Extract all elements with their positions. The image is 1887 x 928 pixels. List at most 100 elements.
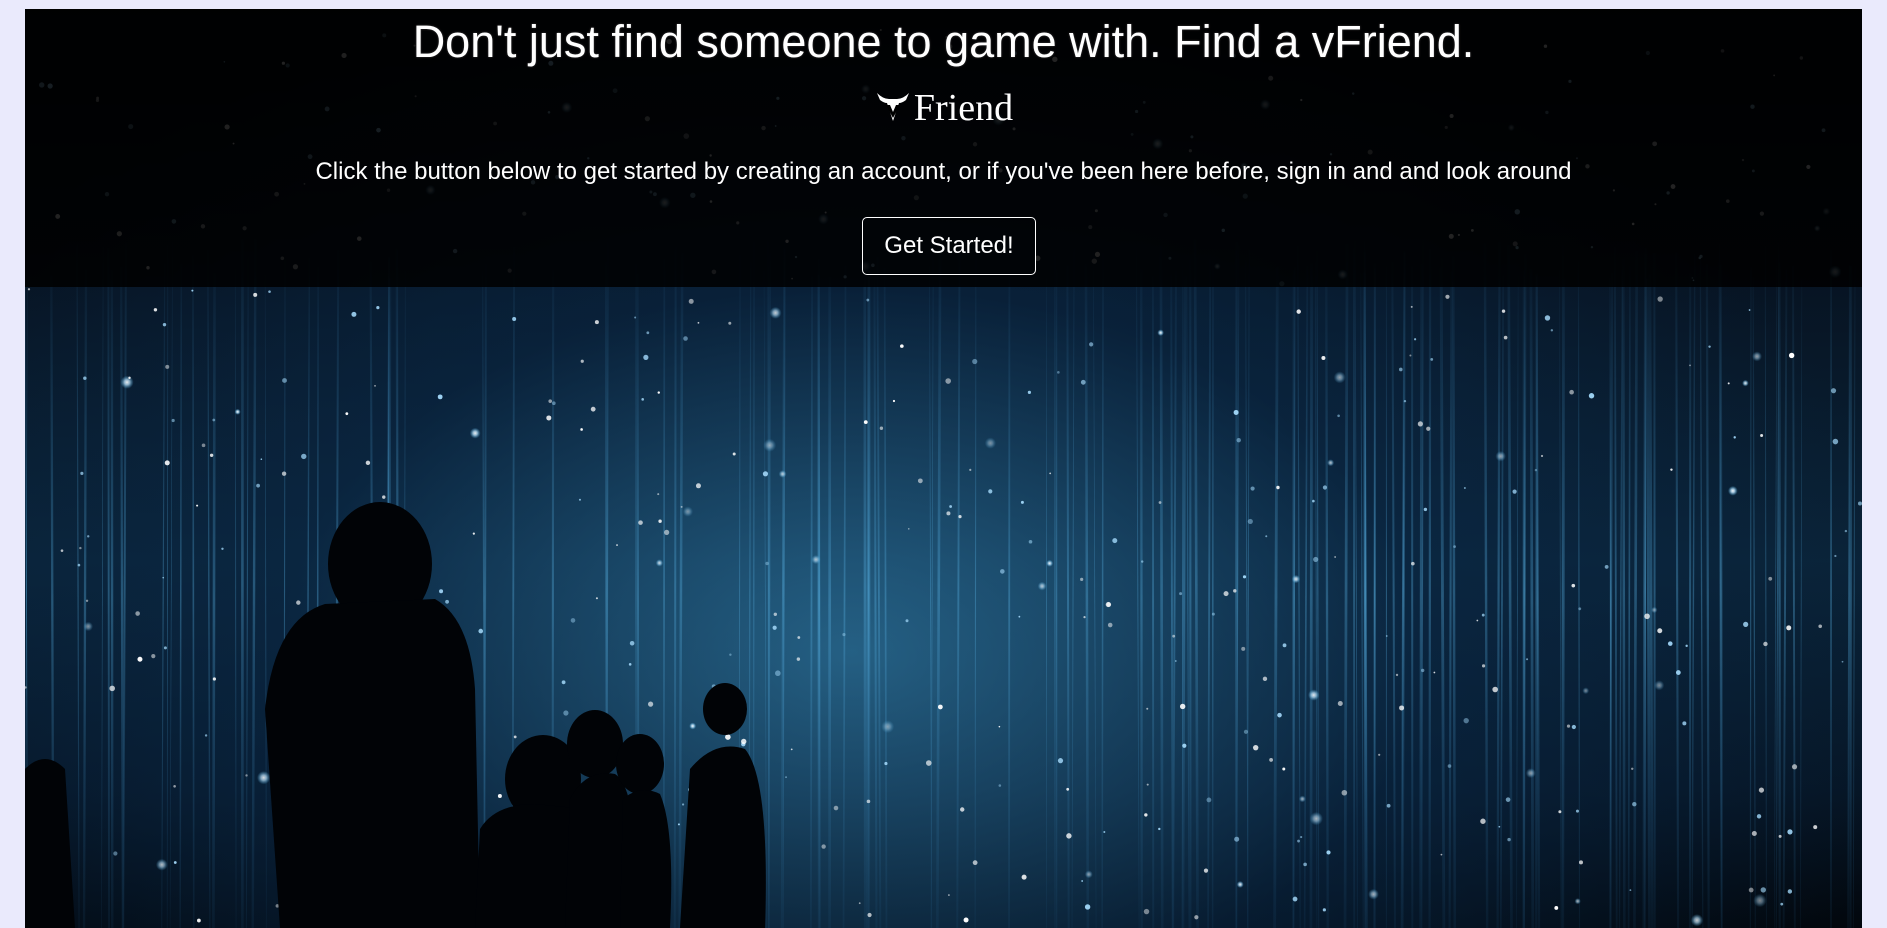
light-point xyxy=(437,394,443,400)
light-point xyxy=(27,288,31,291)
light-point xyxy=(376,306,380,310)
light-strand xyxy=(883,268,888,928)
light-point xyxy=(1534,468,1538,472)
light-point xyxy=(949,505,953,508)
light-point xyxy=(1631,767,1634,770)
light-point xyxy=(212,677,216,681)
light-point xyxy=(1241,646,1246,651)
light-point xyxy=(1326,850,1331,855)
light-point xyxy=(60,549,64,552)
light-point xyxy=(797,636,801,639)
light-point xyxy=(1629,889,1632,892)
light-strand xyxy=(1627,266,1631,928)
light-point xyxy=(905,619,909,623)
light-point xyxy=(1337,414,1340,418)
light-point xyxy=(681,803,685,806)
light-point xyxy=(1179,592,1183,596)
light-point xyxy=(790,748,793,751)
light-point xyxy=(1398,367,1403,372)
light-point xyxy=(1143,908,1150,915)
light-point xyxy=(1410,305,1413,308)
light-point xyxy=(643,354,649,360)
light-point xyxy=(1313,556,1319,563)
light-point xyxy=(1657,296,1663,302)
light-point xyxy=(1763,641,1768,647)
light-strand xyxy=(1507,245,1513,928)
light-point xyxy=(1558,810,1562,814)
light-point xyxy=(1252,744,1259,751)
light-point xyxy=(1566,724,1571,728)
light-point xyxy=(594,320,599,325)
light-point xyxy=(83,621,94,632)
light-point xyxy=(638,520,643,525)
light-point xyxy=(1028,539,1033,544)
light-strand xyxy=(251,239,257,928)
light-point xyxy=(1420,668,1425,673)
light-strand xyxy=(1749,267,1752,928)
light-point xyxy=(1505,797,1511,802)
light-point xyxy=(900,344,904,348)
light-point xyxy=(1265,535,1268,538)
light-strand xyxy=(1675,252,1680,928)
light-point xyxy=(1021,874,1027,880)
light-point xyxy=(580,359,584,363)
light-point xyxy=(153,308,158,312)
light-point xyxy=(1604,565,1609,569)
light-point xyxy=(1080,379,1086,385)
light-point xyxy=(1309,811,1323,826)
light-point xyxy=(595,597,598,600)
light-point xyxy=(1172,634,1176,638)
light-point xyxy=(512,317,517,322)
light-point xyxy=(866,298,870,302)
light-point xyxy=(892,399,896,403)
light-point xyxy=(697,321,700,324)
light-strand xyxy=(1419,263,1423,928)
light-point xyxy=(1498,825,1501,828)
light-point xyxy=(725,734,731,740)
light-point xyxy=(282,378,287,383)
light-point xyxy=(260,458,263,460)
light-point xyxy=(1243,729,1249,734)
light-point xyxy=(1440,853,1443,856)
light-point xyxy=(884,761,888,766)
light-point xyxy=(173,861,177,864)
light-point xyxy=(763,438,777,452)
light-point xyxy=(879,426,884,430)
light-point xyxy=(245,774,248,777)
light-point xyxy=(984,437,997,449)
light-point xyxy=(164,460,170,466)
light-point xyxy=(796,657,801,661)
light-point xyxy=(772,625,777,630)
light-point xyxy=(1644,613,1650,620)
light-point xyxy=(1426,426,1431,431)
light-point xyxy=(1084,904,1091,910)
light-strand xyxy=(1852,264,1856,928)
light-point xyxy=(1447,764,1452,768)
get-started-button[interactable]: Get Started! xyxy=(862,217,1036,275)
light-point xyxy=(497,794,502,799)
light-point xyxy=(1298,795,1306,803)
light-point xyxy=(120,375,134,389)
light-point xyxy=(775,670,781,677)
light-strand xyxy=(264,274,267,928)
light-point xyxy=(960,807,965,812)
light-point xyxy=(1682,721,1687,726)
light-point xyxy=(570,618,576,623)
light-strand xyxy=(101,246,104,928)
light-point xyxy=(1787,829,1793,835)
light-point xyxy=(664,529,670,535)
hero-subtitle: Click the button below to get started by… xyxy=(315,158,1572,185)
light-strand xyxy=(1360,273,1364,928)
light-point xyxy=(552,401,556,405)
light-point xyxy=(1262,676,1268,682)
light-point xyxy=(1037,581,1047,591)
light-strand xyxy=(1309,263,1313,928)
light-point xyxy=(1321,356,1326,361)
light-point xyxy=(1481,613,1485,617)
light-point xyxy=(365,460,371,466)
light-point xyxy=(1433,671,1436,674)
light-point xyxy=(1112,538,1118,544)
light-strand xyxy=(1451,256,1457,928)
light-point xyxy=(842,633,846,637)
light-point xyxy=(1733,436,1736,439)
